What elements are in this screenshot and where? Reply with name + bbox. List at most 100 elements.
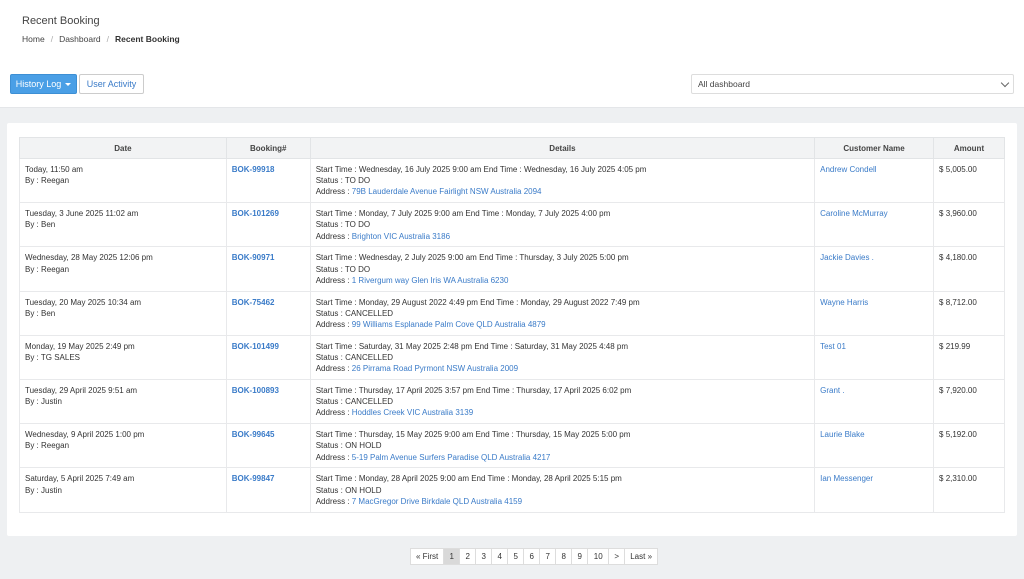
pagination-first[interactable]: « First xyxy=(410,548,445,565)
booked-by: By : Ben xyxy=(25,220,56,230)
address-label: Address : xyxy=(315,408,350,418)
booked-by: By : Reegan xyxy=(25,176,70,186)
table-row: Tuesday, 29 April 2025 9:51 am By : Justi… xyxy=(19,378,1005,425)
user-activity-label: User Activity xyxy=(86,79,137,89)
cell-customer: Jackie Davies . xyxy=(814,246,935,292)
booking-status: Status : CANCELLED xyxy=(315,308,394,318)
breadcrumb-home[interactable]: Home xyxy=(22,34,45,44)
booking-address: Address : 5-19 Palm Avenue Surfers Parad… xyxy=(316,452,809,463)
page-3[interactable]: 3 xyxy=(475,548,493,565)
page-5[interactable]: 5 xyxy=(507,548,525,565)
page-8[interactable]: 8 xyxy=(555,548,573,565)
address-link[interactable]: Hoddles Creek VIC Australia 3139 xyxy=(352,408,473,417)
booking-date: Tuesday, 20 May 2025 10:34 am xyxy=(25,297,142,307)
booking-address: Address : Brighton VIC Australia 3186 xyxy=(316,231,809,242)
page-1[interactable]: 1 xyxy=(443,548,461,565)
customer-link[interactable]: Jackie Davies . xyxy=(820,253,874,262)
cell-amount: $ 2,310.00 xyxy=(933,467,1005,513)
page-4[interactable]: 4 xyxy=(491,548,509,565)
customer-link[interactable]: Test 01 xyxy=(820,342,846,351)
customer-link[interactable]: Andrew Condell xyxy=(820,165,876,174)
page-title: Recent Booking xyxy=(22,15,100,27)
page-7[interactable]: 7 xyxy=(539,548,557,565)
dashboard-select-value: All dashboard xyxy=(698,79,750,89)
table-body: Today, 11:50 am By : Reegan BOK-99918 Start… xyxy=(19,157,1005,513)
customer-link[interactable]: Caroline McMurray xyxy=(820,209,888,218)
booking-date: Monday, 19 May 2025 2:49 pm xyxy=(25,341,135,351)
header-booking[interactable]: Booking# xyxy=(225,137,311,159)
booking-date: Tuesday, 29 April 2025 9:51 am xyxy=(25,385,138,395)
history-log-button[interactable]: History Log xyxy=(10,74,77,94)
booking-status: Status : ON HOLD xyxy=(315,441,382,451)
table-row: Wednesday, 28 May 2025 12:06 pm By : Reeg… xyxy=(19,246,1005,292)
page-6[interactable]: 6 xyxy=(523,548,541,565)
booking-times: Start Time : Saturday, 31 May 2025 2:48 … xyxy=(315,341,629,351)
customer-link[interactable]: Grant . xyxy=(820,386,844,395)
header-amount[interactable]: Amount xyxy=(933,137,1005,159)
cell-details: Start Time : Monday, 28 April 2025 9:00 … xyxy=(309,467,816,513)
address-link[interactable]: 99 Williams Esplanade Palm Cove QLD Aust… xyxy=(352,320,546,329)
cell-amount: $ 5,192.00 xyxy=(933,423,1005,469)
booking-id-link[interactable]: BOK-101499 xyxy=(232,342,279,351)
cell-booking: BOK-99847 xyxy=(225,467,311,513)
table-header-row: Date Booking# Details Customer Name Amou… xyxy=(19,137,1005,159)
user-activity-button[interactable]: User Activity xyxy=(79,74,144,94)
booking-id-link[interactable]: BOK-101269 xyxy=(232,209,279,218)
cell-customer: Andrew Condell xyxy=(814,157,935,204)
booking-status: Status : ON HOLD xyxy=(315,485,382,495)
header-customer[interactable]: Customer Name xyxy=(814,137,935,159)
booking-amount: $ 4,180.00 xyxy=(939,253,977,263)
table-row: Wednesday, 9 April 2025 1:00 pm By : Reeg… xyxy=(19,423,1005,469)
cell-amount: $ 4,180.00 xyxy=(933,246,1005,292)
address-link[interactable]: Brighton VIC Australia 3186 xyxy=(352,232,450,241)
booking-id-link[interactable]: BOK-99918 xyxy=(232,165,275,174)
table-row: Saturday, 5 April 2025 7:49 am By : Justi… xyxy=(19,467,1005,513)
cell-details: Start Time : Monday, 29 August 2022 4:49… xyxy=(309,290,816,336)
booking-id-link[interactable]: BOK-75462 xyxy=(232,298,275,307)
booking-id-link[interactable]: BOK-100893 xyxy=(232,386,279,395)
cell-amount: $ 5,005.00 xyxy=(933,157,1005,204)
breadcrumb-current: Recent Booking xyxy=(115,34,180,44)
address-link[interactable]: 79B Lauderdale Avenue Fairlight NSW Aust… xyxy=(352,187,542,196)
header-details[interactable]: Details xyxy=(309,137,816,159)
booking-status: Status : TO DO xyxy=(315,220,371,230)
booking-amount: $ 5,192.00 xyxy=(939,430,977,440)
cell-booking: BOK-99918 xyxy=(225,157,311,204)
booking-id-link[interactable]: BOK-99847 xyxy=(232,474,275,483)
page-2[interactable]: 2 xyxy=(459,548,477,565)
cell-booking: BOK-99645 xyxy=(225,423,311,469)
cell-date: Today, 11:50 am By : Reegan xyxy=(19,157,227,204)
booking-amount: $ 219.99 xyxy=(939,341,971,351)
cell-customer: Test 01 xyxy=(814,334,935,380)
customer-link[interactable]: Ian Messenger xyxy=(820,474,873,483)
cell-customer: Laurie Blake xyxy=(814,423,935,469)
booking-amount: $ 2,310.00 xyxy=(939,474,977,484)
booked-by: By : Reegan xyxy=(25,264,70,274)
dashboard-select[interactable]: All dashboard xyxy=(691,74,1014,94)
address-link[interactable]: 1 Rivergum way Glen Iris WA Australia 62… xyxy=(352,276,509,285)
booking-id-link[interactable]: BOK-90971 xyxy=(232,253,275,262)
pagination-next[interactable]: > xyxy=(608,548,626,565)
booking-id-link[interactable]: BOK-99645 xyxy=(232,430,275,439)
cell-booking: BOK-101269 xyxy=(225,202,311,248)
booking-date: Tuesday, 3 June 2025 11:02 am xyxy=(25,209,139,219)
pagination: « First 1 2 3 4 5 6 7 8 9 10 > Last » xyxy=(410,548,659,565)
breadcrumb-dashboard[interactable]: Dashboard xyxy=(59,34,101,44)
cell-customer: Ian Messenger xyxy=(814,467,935,513)
booking-times: Start Time : Monday, 29 August 2022 4:49… xyxy=(315,297,640,307)
page-9[interactable]: 9 xyxy=(571,548,589,565)
address-link[interactable]: 26 Pirrama Road Pyrmont NSW Australia 20… xyxy=(352,364,518,373)
booking-address: Address : 7 MacGregor Drive Birkdale QLD… xyxy=(316,496,809,507)
address-link[interactable]: 7 MacGregor Drive Birkdale QLD Australia… xyxy=(352,497,522,506)
booking-address: Address : 79B Lauderdale Avenue Fairligh… xyxy=(316,186,809,197)
address-link[interactable]: 5-19 Palm Avenue Surfers Paradise QLD Au… xyxy=(352,453,551,462)
header-date[interactable]: Date xyxy=(19,137,227,159)
cell-customer: Caroline McMurray xyxy=(814,202,935,248)
customer-link[interactable]: Laurie Blake xyxy=(820,430,864,439)
cell-details: Start Time : Thursday, 17 April 2025 3:5… xyxy=(309,378,816,425)
bookings-card: Date Booking# Details Customer Name Amou… xyxy=(7,123,1017,536)
booking-times: Start Time : Thursday, 15 May 2025 9:00 … xyxy=(315,430,631,440)
customer-link[interactable]: Wayne Harris xyxy=(820,298,868,307)
pagination-last[interactable]: Last » xyxy=(624,548,659,565)
page-10[interactable]: 10 xyxy=(587,548,610,565)
